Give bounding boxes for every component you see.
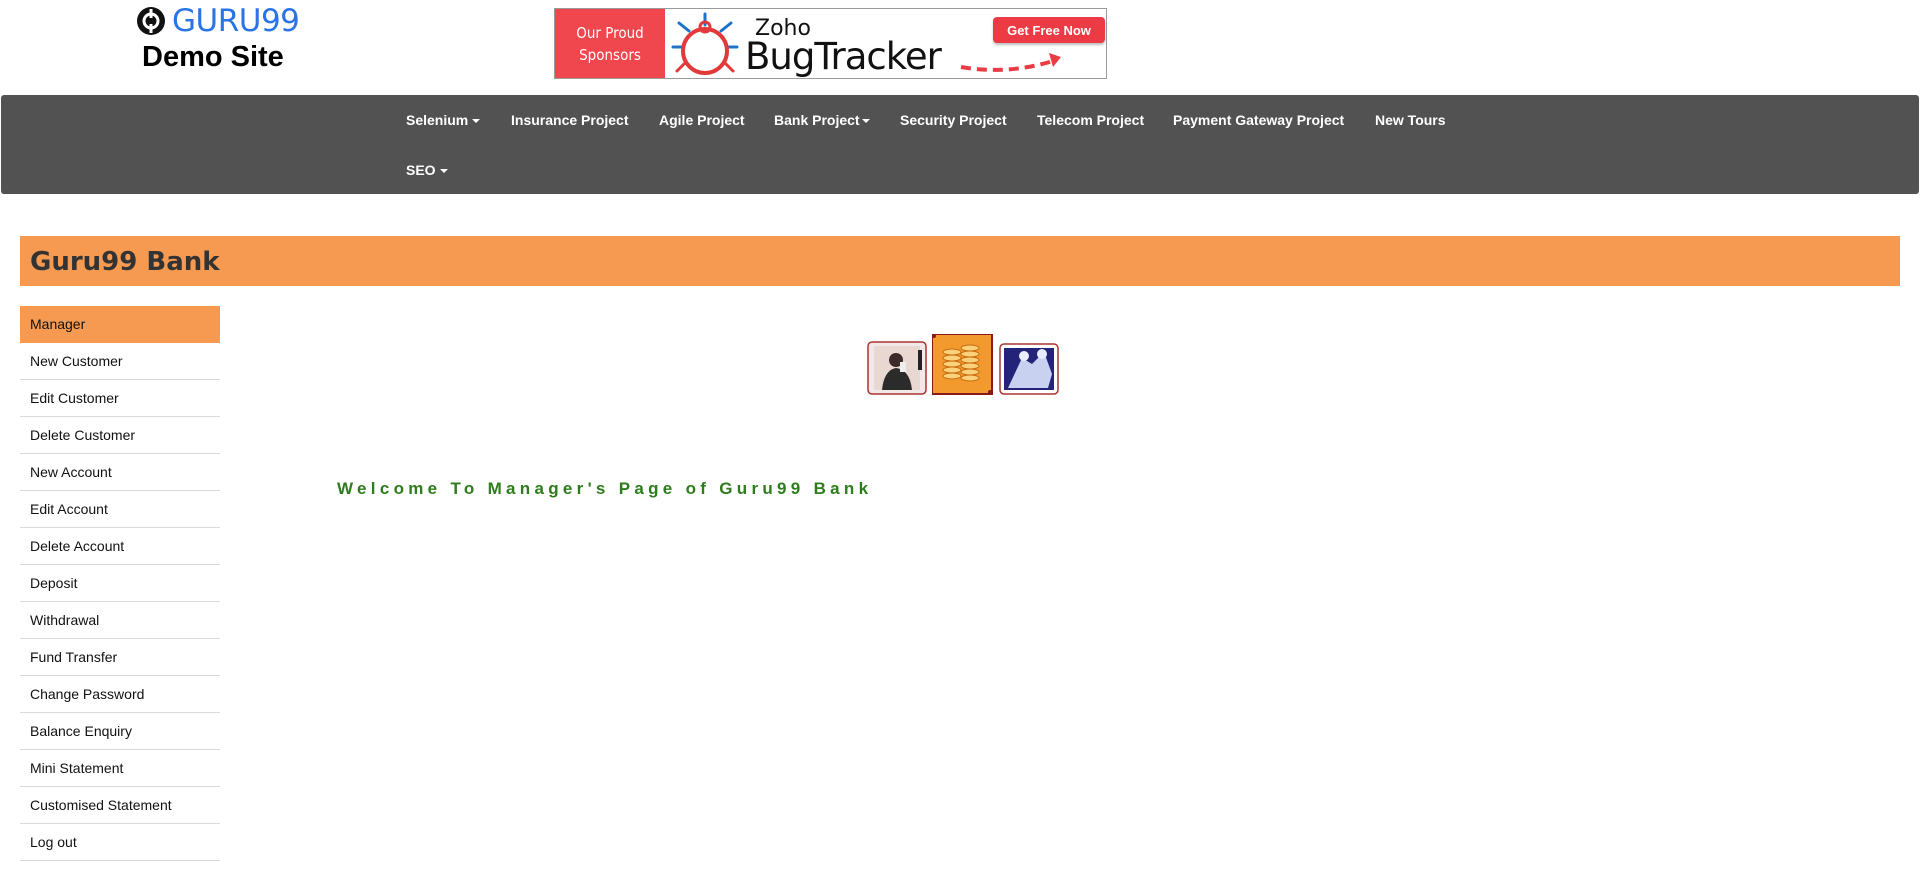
nav-item-security-project[interactable]: Security Project: [900, 112, 1007, 128]
people-working-image: [999, 343, 1059, 395]
get-free-now-button[interactable]: Get Free Now: [993, 17, 1105, 43]
sidebar-item-customised-statement[interactable]: Customised Statement: [20, 787, 220, 824]
guru99-logo-icon: [137, 7, 165, 35]
nav-item-payment-gateway-project[interactable]: Payment Gateway Project: [1173, 112, 1344, 128]
sidebar-item-balance-enquiry[interactable]: Balance Enquiry: [20, 713, 220, 750]
sidebar-item-fund-transfer[interactable]: Fund Transfer: [20, 639, 220, 676]
main-navbar: Selenium Insurance Project Agile Project…: [1, 95, 1919, 194]
sidebar-item-withdrawal[interactable]: Withdrawal: [20, 602, 220, 639]
sidebar-item-manager[interactable]: Manager: [20, 306, 220, 343]
nav-item-new-tours[interactable]: New Tours: [1375, 112, 1446, 128]
logo-text: GURU99: [172, 3, 300, 39]
sidebar-item-edit-account[interactable]: Edit Account: [20, 491, 220, 528]
sidebar-item-deposit[interactable]: Deposit: [20, 565, 220, 602]
sidebar-item-change-password[interactable]: Change Password: [20, 676, 220, 713]
bug-icon: [671, 12, 739, 75]
nav-item-label: Bank Project: [774, 112, 860, 128]
sponsor-label: Our Proud Sponsors: [555, 9, 665, 78]
sponsor-brand-large: BugTracker: [745, 35, 942, 78]
nav-item-seo[interactable]: SEO: [406, 162, 448, 178]
sidebar-item-delete-account[interactable]: Delete Account: [20, 528, 220, 565]
coins-stack-image: [932, 334, 993, 395]
caret-down-icon: [861, 119, 870, 124]
sidebar-item-log-out[interactable]: Log out: [20, 824, 220, 861]
sidebar-item-new-customer[interactable]: New Customer: [20, 343, 220, 380]
caret-down-icon: [439, 169, 448, 174]
sponsor-banner[interactable]: Our Proud Sponsors Zoho BugTracker Get F…: [554, 8, 1107, 79]
welcome-message: Welcome To Manager's Page of Guru99 Bank: [337, 479, 873, 498]
sidebar-item-mini-statement[interactable]: Mini Statement: [20, 750, 220, 787]
sidebar-menu: Manager New Customer Edit Customer Delet…: [20, 306, 220, 861]
nav-item-label: Selenium: [406, 112, 469, 128]
nav-item-selenium[interactable]: Selenium: [406, 112, 481, 128]
nav-item-agile-project[interactable]: Agile Project: [659, 112, 745, 128]
businessman-phone-image: [867, 341, 927, 395]
bank-title-bar: Guru99 Bank: [20, 236, 1900, 286]
sponsor-label-line1: Our Proud: [576, 23, 644, 42]
nav-item-insurance-project[interactable]: Insurance Project: [511, 112, 629, 128]
bank-images: [866, 334, 1062, 396]
site-logo[interactable]: GURU99 Demo Site: [136, 4, 316, 72]
sponsor-label-line2: Sponsors: [579, 45, 641, 64]
caret-down-icon: [472, 119, 481, 124]
nav-item-bank-project[interactable]: Bank Project: [774, 112, 870, 128]
sidebar-item-edit-customer[interactable]: Edit Customer: [20, 380, 220, 417]
dashed-arrow-icon: [960, 53, 1061, 72]
sidebar-item-delete-customer[interactable]: Delete Customer: [20, 417, 220, 454]
nav-item-telecom-project[interactable]: Telecom Project: [1037, 112, 1144, 128]
nav-item-label: SEO: [406, 162, 436, 178]
page-title: Guru99 Bank: [30, 247, 220, 277]
site-subtitle: Demo Site: [142, 41, 284, 73]
sidebar-item-new-account[interactable]: New Account: [20, 454, 220, 491]
